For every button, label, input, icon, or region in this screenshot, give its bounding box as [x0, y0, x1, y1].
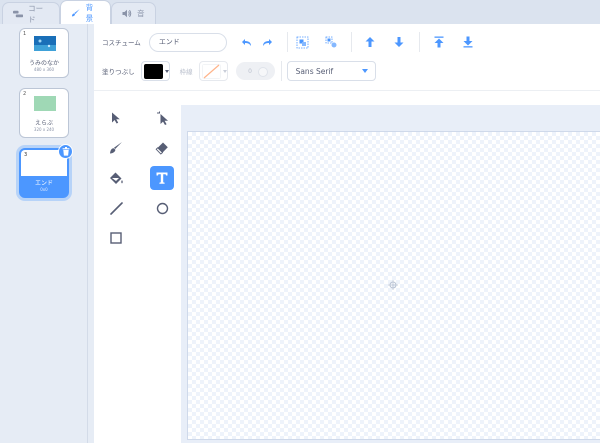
tab-backdrops[interactable]: 背景: [60, 0, 111, 24]
reshape-icon: [156, 111, 168, 125]
fill-color-picker[interactable]: [140, 61, 170, 81]
arrow-pointer-icon: [112, 112, 120, 124]
fill-tool[interactable]: [104, 166, 128, 190]
backdrop-item[interactable]: 1 うみのなか 480 x 360: [19, 28, 69, 78]
toolbar-separator: [418, 32, 420, 52]
line-tool[interactable]: [104, 196, 128, 220]
reshape-tool[interactable]: [150, 106, 174, 130]
toolbar-separator: [280, 61, 282, 81]
rectangle-icon: [110, 232, 122, 244]
backdrop-name: うみのなか: [28, 60, 59, 67]
tab-backdrops-label: 背景: [85, 2, 94, 23]
outline-color-picker[interactable]: [198, 61, 228, 81]
chevron-down-icon: [361, 69, 368, 73]
forward-button[interactable]: [360, 32, 380, 52]
editor-toolbar-top: コスチューム エンド: [94, 29, 478, 55]
backdrop-thumbnail: [34, 96, 56, 111]
brush-icon: [71, 8, 80, 16]
no-color-swatch: [201, 63, 221, 79]
send-back-icon: [463, 36, 473, 48]
tab-code[interactable]: コード: [2, 2, 60, 24]
brush-tool[interactable]: [104, 136, 128, 160]
font-dropdown-value: Sans Serif: [295, 66, 334, 76]
canvas-area: [181, 105, 600, 443]
paintbrush-icon: [110, 142, 122, 154]
tab-sounds-label: 音: [137, 9, 145, 18]
costume-name-label: コスチューム: [102, 39, 141, 47]
outline-width-value: 0: [248, 67, 252, 75]
tab-sounds[interactable]: 音: [111, 2, 156, 24]
paint-editor: コスチューム エンド 塗りつぶし 枠線 0 Sans Serif: [94, 24, 600, 443]
center-crosshair-icon: [388, 280, 398, 290]
eraser-icon: [155, 142, 168, 155]
backdrop-size: 320 x 240: [33, 127, 55, 132]
paint-bucket-icon: [109, 172, 123, 184]
undo-icon: [241, 38, 251, 46]
select-tool[interactable]: [104, 106, 128, 130]
costume-name-input[interactable]: エンド: [148, 32, 227, 52]
stepper-handle: [257, 67, 268, 77]
toolbar-divider: [94, 90, 600, 91]
group-icon: [296, 36, 309, 48]
code-icon: [13, 10, 24, 17]
outline-width-input[interactable]: 0: [235, 62, 275, 80]
ungroup-icon: [325, 36, 337, 47]
tab-code-label: コード: [28, 3, 44, 24]
backdrop-number: 3: [24, 152, 28, 158]
circle-tool[interactable]: [150, 196, 174, 220]
group-button[interactable]: [293, 32, 313, 52]
ungroup-button[interactable]: [322, 32, 342, 52]
backdrop-item-selected[interactable]: 3 エンド 0x0: [19, 144, 73, 198]
font-dropdown[interactable]: Sans Serif: [286, 61, 376, 81]
line-icon: [109, 201, 123, 215]
front-button[interactable]: [429, 32, 449, 52]
backdrop-name: エンド: [34, 180, 53, 187]
rectangle-tool[interactable]: [104, 226, 128, 250]
back-button[interactable]: [458, 32, 478, 52]
backward-button[interactable]: [389, 32, 409, 52]
circle-icon: [156, 202, 168, 214]
backdrop-size: 480 x 360: [33, 67, 55, 72]
eraser-tool[interactable]: [150, 136, 174, 160]
trash-icon: [62, 147, 69, 156]
backdrop-item[interactable]: 2 えらぶ 320 x 240: [19, 88, 69, 138]
backdrop-number: 1: [23, 31, 27, 37]
fill-label: 塗りつぶし: [102, 68, 135, 76]
undo-button[interactable]: [237, 32, 257, 52]
drawing-canvas[interactable]: [187, 131, 600, 440]
redo-button[interactable]: [257, 32, 277, 52]
bring-front-icon: [434, 36, 444, 48]
backdrop-list: 1 うみのなか 480 x 360 2 えらぶ 320 x 240 3 エンド …: [0, 24, 88, 443]
backdrop-thumbnail: [34, 36, 56, 51]
backdrop-size: 0x0: [40, 187, 48, 192]
speaker-icon: [122, 9, 132, 18]
delete-backdrop-button[interactable]: [58, 144, 73, 159]
fill-color-swatch: [143, 63, 163, 79]
text-tool[interactable]: [150, 166, 174, 190]
arrow-down-icon: [394, 37, 404, 47]
text-t-icon: [156, 172, 168, 184]
editor-tabs: コード 背景 音: [0, 0, 600, 24]
backdrop-name: えらぶ: [34, 120, 53, 127]
redo-icon: [262, 38, 272, 46]
toolbar-separator: [286, 32, 288, 52]
outline-label: 枠線: [179, 68, 193, 76]
backdrop-number: 2: [23, 91, 27, 97]
chevron-down-icon: [222, 69, 227, 73]
editor-toolbar-bottom: 塗りつぶし 枠線 0 Sans Serif: [94, 58, 376, 84]
toolbar-separator: [350, 32, 352, 52]
chevron-down-icon: [164, 69, 169, 73]
arrow-up-icon: [365, 37, 375, 47]
